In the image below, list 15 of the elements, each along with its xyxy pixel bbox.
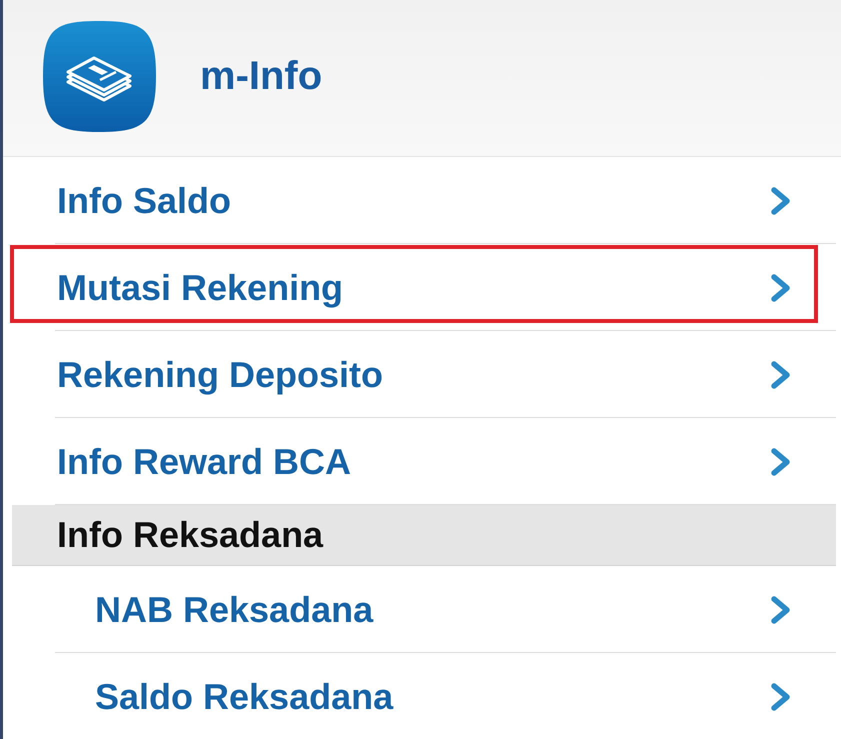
section-header: Info Reksadana — [12, 505, 836, 566]
chevron-right-icon — [770, 274, 792, 302]
chevron-right-icon — [770, 448, 792, 476]
app-title: m-Info — [200, 53, 322, 100]
menu-item[interactable]: Mutasi Rekening — [12, 244, 836, 331]
menu-item[interactable]: Info Reward BCA — [12, 418, 836, 505]
chevron-right-icon — [770, 596, 792, 624]
menu-item[interactable]: Saldo Reksadana — [12, 653, 836, 739]
stacked-cards-icon — [42, 20, 157, 132]
menu-item[interactable]: Rekening Deposito — [12, 331, 836, 418]
menu-item[interactable]: NAB Reksadana — [12, 566, 836, 653]
menu-item[interactable]: Info Saldo — [12, 157, 836, 244]
chevron-right-icon — [770, 186, 792, 214]
chevron-right-icon — [770, 682, 792, 710]
chevron-right-icon — [770, 360, 792, 388]
